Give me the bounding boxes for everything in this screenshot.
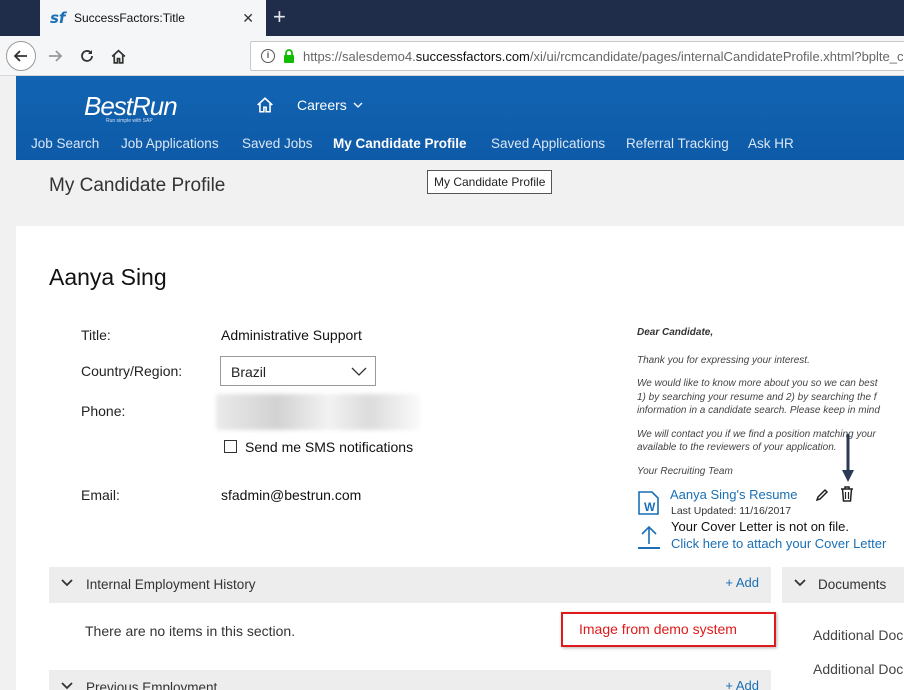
site-header: BestRun Run simple with SAP Careers Job … (16, 76, 904, 160)
edit-pencil-icon[interactable] (815, 488, 829, 502)
add-previous-employment-button[interactable]: + Add (725, 678, 759, 690)
country-label: Country/Region: (81, 363, 183, 379)
svg-text:W: W (644, 500, 656, 514)
careers-label: Careers (297, 97, 347, 113)
country-value: Brazil (231, 364, 267, 380)
sms-label[interactable]: Send me SMS notifications (245, 439, 413, 455)
nav-job-search[interactable]: Job Search (31, 136, 99, 151)
back-arrow-icon (13, 50, 27, 62)
resume-link[interactable]: Aanya Sing's Resume (670, 487, 798, 502)
demo-annotation-label: Image from demo system (579, 621, 737, 637)
careers-menu[interactable]: Careers (297, 97, 363, 113)
chevron-down-icon[interactable] (61, 682, 73, 690)
back-button[interactable] (6, 41, 36, 71)
upload-icon[interactable] (637, 524, 661, 550)
attach-cover-letter-link[interactable]: Click here to attach your Cover Letter (671, 536, 886, 551)
chevron-down-icon (351, 367, 367, 376)
app-content: BestRun Run simple with SAP Careers Job … (16, 76, 904, 690)
annotation-arrow-icon (842, 434, 854, 482)
address-bar[interactable]: i https://salesdemo4.successfactors.com/… (250, 41, 904, 71)
reload-icon (81, 50, 93, 62)
chevron-down-icon (353, 102, 363, 108)
resume-last-updated: Last Updated: 11/16/2017 (671, 505, 792, 517)
phone-label: Phone: (81, 403, 126, 419)
url-text: https://salesdemo4.successfactors.com/xi… (303, 48, 904, 64)
documents-section-header[interactable]: Documents (782, 567, 904, 603)
sms-checkbox[interactable] (224, 440, 237, 453)
title-value: Administrative Support (221, 327, 362, 343)
section-title: Previous Employment (86, 680, 218, 690)
forward-arrow-icon (49, 50, 63, 62)
cover-letter-status: Your Cover Letter is not on file. (671, 519, 850, 534)
info-icon[interactable]: i (261, 49, 275, 63)
chevron-down-icon[interactable] (61, 579, 73, 587)
reload-button[interactable] (72, 41, 102, 71)
nav-my-candidate-profile[interactable]: My Candidate Profile (333, 136, 467, 151)
candidate-name: Aanya Sing (49, 264, 167, 290)
section-title: Documents (818, 577, 887, 592)
previous-employment-section-header[interactable]: Previous Employment + Add (49, 670, 771, 690)
home-icon (111, 49, 125, 64)
nav-saved-applications[interactable]: Saved Applications (491, 136, 605, 151)
email-label: Email: (81, 487, 120, 503)
add-internal-employment-button[interactable]: + Add (725, 575, 759, 590)
forward-button[interactable] (40, 41, 70, 71)
nav-ask-hr[interactable]: Ask HR (748, 136, 794, 151)
home-icon[interactable] (256, 96, 274, 114)
browser-tab[interactable]: sf SuccessFactors:Title ✕ (40, 0, 266, 36)
section-title: Internal Employment History (86, 577, 256, 592)
additional-document-1[interactable]: Additional Docu (813, 627, 904, 643)
chevron-down-icon[interactable] (794, 579, 806, 587)
title-label: Title: (81, 327, 111, 343)
email-value: sfadmin@bestrun.com (221, 487, 362, 503)
letter-paragraph-1: Thank you for expressing your interest. (637, 354, 810, 366)
letter-paragraph-2: We would like to know more about you so … (637, 378, 880, 416)
tooltip: My Candidate Profile (427, 170, 553, 194)
letter-greeting: Dear Candidate, (637, 327, 714, 338)
country-select[interactable]: Brazil (220, 356, 376, 386)
nav-saved-jobs[interactable]: Saved Jobs (242, 136, 313, 151)
nav-job-applications[interactable]: Job Applications (121, 136, 219, 151)
lock-icon[interactable] (283, 49, 295, 63)
word-document-icon: W (638, 491, 659, 515)
home-button[interactable] (103, 41, 133, 71)
close-tab-icon[interactable]: ✕ (242, 10, 254, 27)
letter-paragraph-3: We will contact you if we find a positio… (637, 428, 876, 454)
letter-signature: Your Recruiting Team (637, 465, 733, 477)
new-tab-icon[interactable]: + (273, 5, 286, 29)
browser-toolbar: i https://salesdemo4.successfactors.com/… (0, 36, 904, 76)
phone-value-blurred (216, 394, 420, 430)
internal-employment-section-header[interactable]: Internal Employment History + Add (49, 567, 771, 603)
logo-tagline: Run simple with SAP (106, 118, 153, 124)
additional-document-2[interactable]: Additional Docu (813, 661, 904, 677)
empty-section-message: There are no items in this section. (85, 623, 296, 639)
tab-title: SuccessFactors:Title (74, 11, 185, 25)
sf-logo-icon: sf (50, 9, 66, 27)
trash-icon[interactable] (840, 486, 854, 502)
browser-tab-bar: sf SuccessFactors:Title ✕ + (0, 0, 904, 36)
page-title-bar: My Candidate Profile My Candidate Profil… (16, 160, 904, 226)
main-nav: Job Search Job Applications Saved Jobs M… (16, 136, 904, 160)
candidate-letter: Dear Candidate, Thank you for expressing… (637, 326, 904, 488)
demo-annotation-box: Image from demo system (561, 612, 776, 647)
nav-referral-tracking[interactable]: Referral Tracking (626, 136, 729, 151)
page-title: My Candidate Profile (49, 175, 226, 196)
